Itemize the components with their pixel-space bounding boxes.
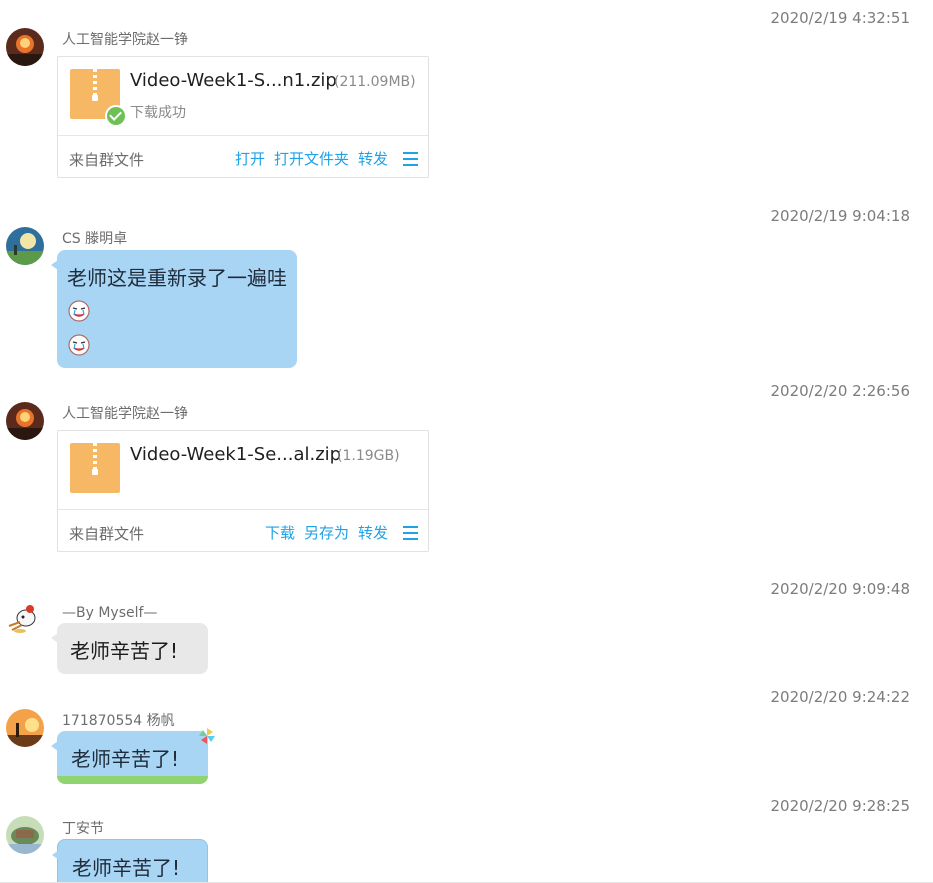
file-size: (1.19GB) [337,448,400,464]
menu-icon[interactable] [403,525,418,540]
message-bubble[interactable]: 老师辛苦了! [51,728,215,784]
download-link[interactable]: 下载 [265,522,295,543]
message-text: 老师辛苦了! [71,747,180,771]
file-name[interactable]: Video-Week1-Se...al.zip [130,444,341,465]
message-bubble[interactable]: 老师这是重新录了一遍哇 [51,250,297,368]
message-timestamp: 2020/2/20 9:28:25 [770,797,910,815]
forward-link[interactable]: 转发 [358,148,388,169]
message-timestamp: 2020/2/19 9:04:18 [770,207,910,225]
file-card-footer: 来自群文件 下载 另存为 转发 [58,510,428,552]
message-text: 老师辛苦了! [72,856,181,880]
forward-link[interactable]: 转发 [358,522,388,543]
file-actions: 打开 打开文件夹 转发 [235,148,418,169]
message-text: 老师辛苦了! [70,639,179,663]
avatar[interactable] [6,402,44,440]
file-size: (211.09MB) [334,74,416,90]
sender-name: CS 滕明卓 [62,231,128,247]
menu-icon[interactable] [403,151,418,166]
message-timestamp: 2020/2/20 9:24:22 [770,688,910,706]
message-text: 老师这是重新录了一遍哇 [67,266,287,290]
file-source-label: 来自群文件 [69,151,145,169]
file-actions: 下载 另存为 转发 [265,522,418,543]
sender-name: 人工智能学院赵一铮 [62,406,188,422]
file-message-card[interactable]: Video-Week1-S...n1.zip (211.09MB) 下载成功 来… [57,56,429,178]
message-timestamp: 2020/2/20 9:09:48 [770,580,910,598]
file-card-footer: 来自群文件 打开 打开文件夹 转发 [58,136,428,178]
message-bubble[interactable]: 老师辛苦了! [52,839,208,883]
download-success-icon [105,105,127,127]
chat-history: 2020/2/19 4:32:51 人工智能学院赵一铮 Video-Week1-… [0,0,933,883]
file-message-card[interactable]: Video-Week1-Se...al.zip (1.19GB) 来自群文件 下… [57,430,429,552]
open-file-link[interactable]: 打开 [235,148,265,169]
file-source-label: 来自群文件 [69,525,145,543]
crying-face-emoji-icon [68,300,90,322]
avatar[interactable] [6,816,44,854]
sender-name: 丁安节 [62,821,104,837]
sender-name: 人工智能学院赵一铮 [62,32,188,48]
file-name[interactable]: Video-Week1-S...n1.zip [130,70,337,91]
avatar[interactable] [6,709,44,747]
crying-face-emoji-icon [68,334,90,356]
sender-name: —By Myself— [62,605,158,621]
pinwheel-decoration-icon [199,728,215,744]
sender-name: 171870554 杨帆 [62,713,175,729]
message-bubble[interactable]: 老师辛苦了! [51,623,208,674]
avatar[interactable] [6,600,44,638]
download-status: 下载成功 [130,105,186,121]
avatar[interactable] [6,28,44,66]
open-folder-link[interactable]: 打开文件夹 [274,148,349,169]
save-as-link[interactable]: 另存为 [304,522,349,543]
avatar[interactable] [6,227,44,265]
zip-file-icon [70,443,120,493]
message-timestamp: 2020/2/19 4:32:51 [770,9,910,27]
message-timestamp: 2020/2/20 2:26:56 [770,382,910,400]
